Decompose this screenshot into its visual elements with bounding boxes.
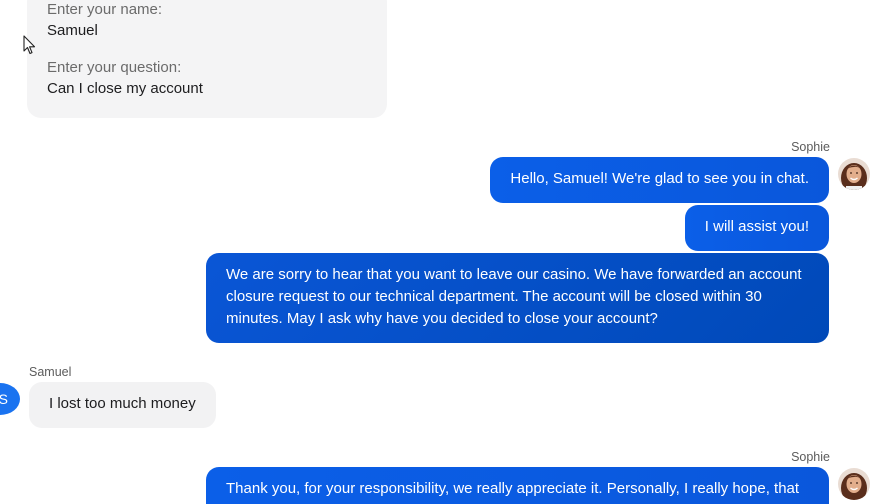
user-avatar-initial: S <box>0 391 8 407</box>
sender-name-sophie: Sophie <box>791 450 830 464</box>
question-label: Enter your question: <box>47 59 182 76</box>
message-text: Hello, Samuel! We're glad to see you in … <box>510 170 809 187</box>
agent-avatar-icon <box>838 468 870 500</box>
message-text: Thank you, for your responsibility, we r… <box>226 480 800 497</box>
user-message: I lost too much money <box>29 382 216 428</box>
name-label: Enter your name: <box>47 1 163 18</box>
agent-message: Hello, Samuel! We're glad to see you in … <box>490 157 829 203</box>
chat-window: Enter your name: Samuel Enter your quest… <box>0 0 883 504</box>
name-value: Samuel <box>47 22 98 39</box>
agent-message: We are sorry to hear that you want to le… <box>206 253 829 343</box>
question-value: Can I close my account <box>47 80 203 97</box>
sender-name-samuel: Samuel <box>29 365 72 379</box>
user-avatar: S <box>0 383 20 415</box>
agent-avatar <box>838 158 870 190</box>
message-text: I will assist you! <box>704 218 809 235</box>
message-text: We are sorry to hear that you want to le… <box>226 266 802 327</box>
message-text: I lost too much money <box>49 395 196 412</box>
agent-avatar <box>838 468 870 500</box>
prechat-form-card: Enter your name: Samuel Enter your quest… <box>27 0 387 118</box>
agent-avatar-icon <box>838 158 870 190</box>
sender-name-sophie: Sophie <box>791 140 830 154</box>
cursor-icon <box>23 35 36 55</box>
agent-message: I will assist you! <box>684 205 829 251</box>
agent-message: Thank you, for your responsibility, we r… <box>206 467 829 504</box>
